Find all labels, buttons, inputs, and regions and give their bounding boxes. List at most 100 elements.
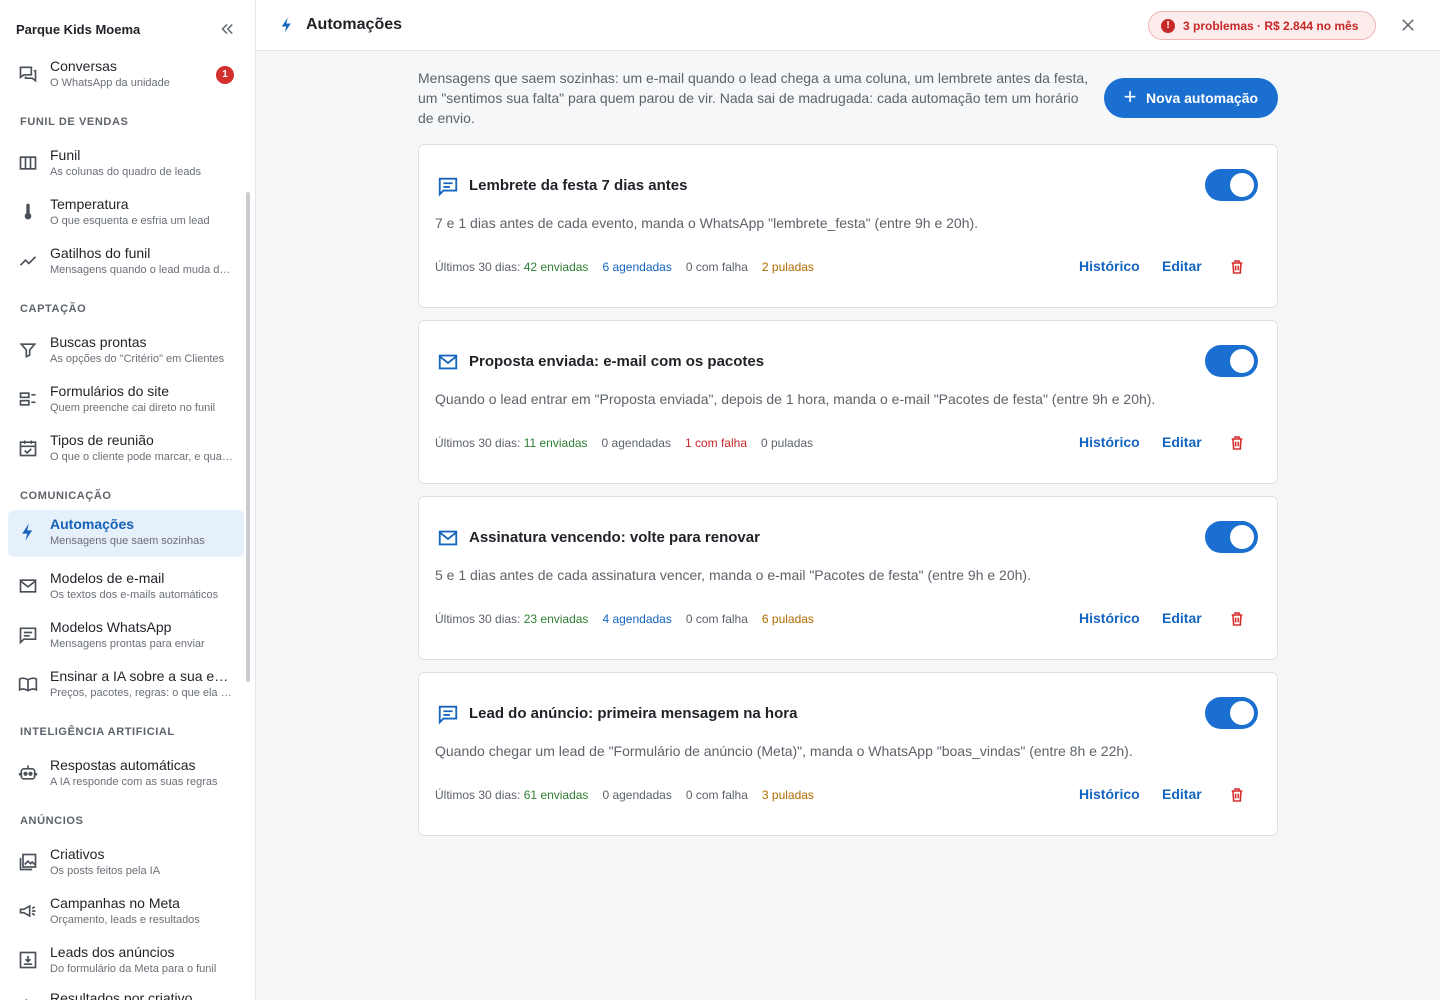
sidebar-item-label: Modelos WhatsApp (50, 619, 172, 635)
stat-sent: 42 enviadas (523, 260, 589, 274)
automation-description: Quando o lead entrar em "Proposta enviad… (435, 391, 1156, 407)
sidebar-scrollbar[interactable] (246, 192, 250, 682)
automation-title: Assinatura vencendo: volte para renovar (469, 529, 760, 546)
sidebar-item-label: Campanhas no Meta (50, 895, 180, 911)
new-automation-label: Nova automação (1146, 90, 1259, 106)
sidebar-item-whatsapp[interactable]: Modelos WhatsApp Mensagens prontas para … (8, 613, 244, 660)
sidebar-item-sub: O que o cliente pode marcar, e quando (50, 451, 236, 463)
sidebar-item-gatilhos[interactable]: Gatilhos do funil Mensagens quando o lea… (8, 239, 244, 286)
stat-scheduled: 4 agendadas (602, 612, 672, 626)
stat-sent: 11 enviadas (523, 436, 588, 450)
edit-link[interactable]: Editar (1162, 610, 1202, 626)
sidebar-item-sub: As colunas do quadro de leads (50, 166, 202, 178)
trash-icon[interactable] (1229, 258, 1245, 276)
sidebar-item-resultados[interactable]: Resultados por criativo (8, 984, 244, 1000)
sidebar-item-conversas[interactable]: Conversas O WhatsApp da unidade 1 (8, 52, 244, 99)
automation-card: Lembrete da festa 7 dias antes 7 e 1 dias… (418, 144, 1278, 308)
megaphone-icon (19, 904, 36, 918)
sidebar-item-automacoes[interactable]: Automações Mensagens que saem sozinhas (8, 510, 244, 557)
edit-link[interactable]: Editar (1162, 786, 1202, 802)
sidebar-item-label: Automações (50, 516, 135, 532)
sidebar-item-temperatura[interactable]: Temperatura O que esquenta e esfria um l… (8, 190, 244, 237)
sidebar-item-campanhas[interactable]: Campanhas no Meta Orçamento, leads e res… (8, 889, 244, 936)
mail-icon (19, 579, 37, 593)
toggle-knob (1230, 701, 1254, 725)
close-icon[interactable] (1399, 16, 1417, 34)
sidebar-item-label: Funil (50, 147, 81, 163)
form-icon (19, 392, 36, 406)
stat-skipped: 2 puladas (761, 260, 814, 274)
trash-icon[interactable] (1229, 610, 1245, 628)
sidebar-item-funil[interactable]: Funil As colunas do quadro de leads (8, 141, 244, 188)
alert-icon: ! (1161, 19, 1175, 33)
sidebar-item-sub: O que esquenta e esfria um lead (50, 215, 210, 227)
stat-scheduled: 0 agendadas (601, 436, 671, 450)
robot-icon (18, 765, 38, 780)
sidebar-item-label: Tipos de reunião (50, 432, 154, 448)
trend-icon (19, 256, 37, 266)
sidebar-item-buscas[interactable]: Buscas prontas As opções do "Critério" e… (8, 328, 244, 375)
sidebar-item-label: Conversas (50, 58, 117, 74)
automation-toggle[interactable] (1205, 521, 1258, 553)
edit-link[interactable]: Editar (1162, 258, 1202, 274)
new-automation-button[interactable]: + Nova automação (1104, 78, 1278, 118)
automation-card: Lead do anúncio: primeira mensagem na ho… (418, 672, 1278, 836)
automation-toggle[interactable] (1205, 345, 1258, 377)
sidebar-item-reuniao[interactable]: Tipos de reunião O que o cliente pode ma… (8, 426, 244, 473)
stats-prefix: Últimos 30 dias: (435, 436, 521, 450)
sidebar-item-respostas[interactable]: Respostas automáticas A IA responde com … (8, 751, 244, 798)
top-bar: Automações ! 3 problemas · R$ 2.844 no m… (256, 0, 1440, 51)
stat-scheduled: 6 agendadas (602, 260, 672, 274)
automation-stats: Últimos 30 dias: 42 enviadas 6 agendadas 0… (435, 260, 828, 274)
section-comunicacao: COMUNICAÇÃO (20, 490, 112, 502)
section-captacao: CAPTAÇÃO (20, 303, 87, 315)
stat-scheduled: 0 agendadas (602, 788, 672, 802)
sidebar-item-sub: A IA responde com as suas regras (50, 776, 218, 788)
stat-skipped: 0 puladas (761, 436, 814, 450)
stats-prefix: Últimos 30 dias: (435, 260, 521, 274)
stat-sent: 23 enviadas (523, 612, 589, 626)
history-link[interactable]: Histórico (1079, 786, 1140, 802)
automation-description: 7 e 1 dias antes de cada evento, manda o… (435, 215, 979, 231)
sidebar-item-formularios[interactable]: Formulários do site Quem preenche cai di… (8, 377, 244, 424)
edit-link[interactable]: Editar (1162, 434, 1202, 450)
automation-title: Proposta enviada: e-mail com os pacotes (469, 353, 765, 370)
stat-sent: 61 enviadas (523, 788, 589, 802)
chat-icon (438, 705, 458, 725)
stats-prefix: Últimos 30 dias: (435, 612, 521, 626)
automation-toggle[interactable] (1205, 697, 1258, 729)
automation-card: Proposta enviada: e-mail com os pacotes Q… (418, 320, 1278, 484)
stat-failed: 0 com falha (685, 788, 748, 802)
sidebar-item-criativos[interactable]: Criativos Os posts feitos pela IA (8, 840, 244, 887)
automation-description: 5 e 1 dias antes de cada assinatura venc… (435, 567, 1031, 583)
sidebar-item-ensinar[interactable]: Ensinar a IA sobre a sua empresa Preços,… (8, 662, 244, 709)
sidebar-item-label: Gatilhos do funil (50, 245, 151, 261)
unread-badge: 1 (216, 66, 234, 84)
sidebar-header: Parque Kids Moema (0, 0, 255, 50)
automation-toggle[interactable] (1205, 169, 1258, 201)
mail-icon (438, 354, 458, 370)
history-link[interactable]: Histórico (1079, 434, 1140, 450)
sidebar-item-email[interactable]: Modelos de e-mail Os textos dos e-mails … (8, 564, 244, 611)
problems-text: 3 problemas · R$ 2.844 no mês (1183, 19, 1359, 33)
chat-icon (438, 177, 458, 197)
toggle-knob (1230, 173, 1254, 197)
sidebar-item-leads[interactable]: Leads dos anúncios Do formulário da Meta… (8, 938, 244, 985)
history-link[interactable]: Histórico (1079, 610, 1140, 626)
section-anuncios: ANÚNCIOS (20, 815, 84, 827)
history-link[interactable]: Histórico (1079, 258, 1140, 274)
automation-description: Quando chegar um lead de "Formulário de … (435, 743, 1133, 759)
trash-icon[interactable] (1229, 434, 1245, 452)
sidebar-item-label: Respostas automáticas (50, 757, 196, 773)
trash-icon[interactable] (1229, 786, 1245, 804)
toggle-knob (1230, 349, 1254, 373)
page-title: Automações (306, 16, 403, 33)
problems-badge[interactable]: ! 3 problemas · R$ 2.844 no mês (1148, 11, 1376, 40)
automation-title: Lembrete da festa 7 dias antes (469, 177, 688, 194)
sidebar-item-sub: Do formulário da Meta para o funil (50, 963, 217, 975)
stat-skipped: 6 puladas (761, 612, 814, 626)
automation-title: Lead do anúncio: primeira mensagem na ho… (469, 705, 798, 722)
collapse-sidebar-icon[interactable] (218, 20, 236, 38)
sidebar-item-sub: O WhatsApp da unidade (50, 77, 170, 89)
bolt-icon (22, 523, 33, 541)
